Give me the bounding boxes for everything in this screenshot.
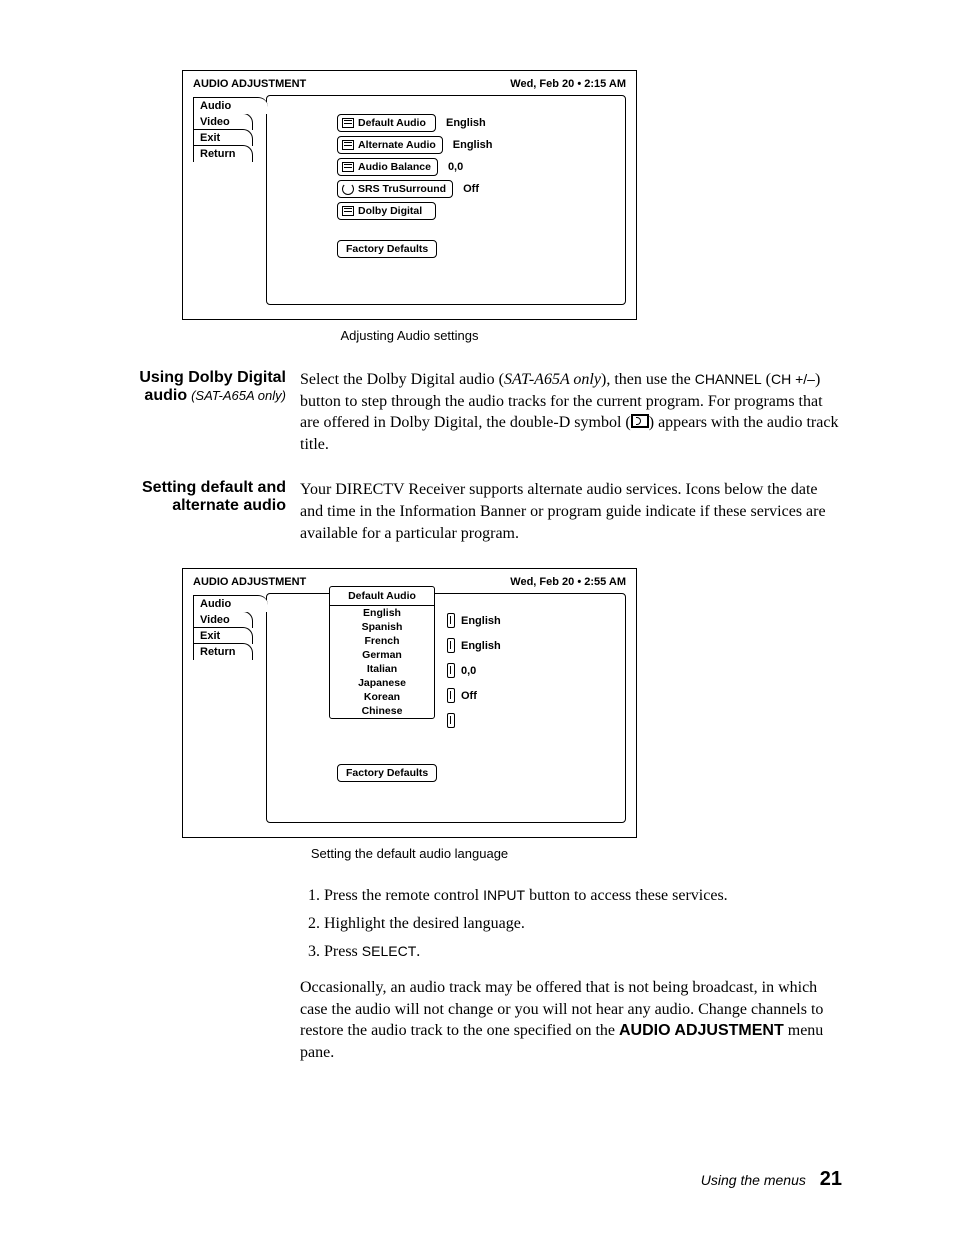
tab-audio[interactable]: Audio — [193, 595, 268, 612]
closing-paragraph: Occasionally, an audio track may be offe… — [300, 977, 842, 1063]
slider-handle-icon — [447, 688, 455, 703]
alternate-audio-button[interactable]: Alternate Audio — [337, 136, 443, 154]
tab-audio[interactable]: Audio — [193, 97, 268, 114]
tab-video[interactable]: Video — [193, 113, 253, 130]
value-label: English — [461, 615, 501, 627]
lang-option[interactable]: German — [330, 648, 434, 662]
panel-title: AUDIO ADJUSTMENT — [193, 78, 306, 90]
slider-handle-icon — [447, 613, 455, 628]
lang-option[interactable]: Italian — [330, 662, 434, 676]
lang-option[interactable]: Chinese — [330, 704, 434, 718]
alternate-audio-value: English — [453, 139, 493, 151]
slider-handle-icon — [447, 663, 455, 678]
panel-timestamp: Wed, Feb 20 • 2:55 AM — [510, 576, 626, 588]
instruction-list: Press the remote control INPUT button to… — [300, 887, 842, 961]
audio-balance-button[interactable]: Audio Balance — [337, 158, 438, 176]
default-audio-value: English — [446, 117, 486, 129]
lang-option[interactable]: Korean — [330, 690, 434, 704]
figure-1-caption: Adjusting Audio settings — [182, 328, 637, 343]
tab-exit[interactable]: Exit — [193, 129, 253, 146]
default-audio-button[interactable]: Default Audio — [337, 114, 436, 132]
slider-handle-icon — [447, 638, 455, 653]
value-label: 0,0 — [461, 665, 476, 677]
tab-return[interactable]: Return — [193, 145, 253, 162]
section-heading-dolby: Using Dolby Digital audio (SAT-A65A only… — [112, 369, 300, 455]
factory-defaults-button[interactable]: Factory Defaults — [337, 764, 437, 782]
lang-option[interactable]: Spanish — [330, 620, 434, 634]
srs-value: Off — [463, 183, 479, 195]
step-1: Press the remote control INPUT button to… — [324, 887, 842, 905]
section-body-dolby: Select the Dolby Digital audio (SAT-A65A… — [300, 369, 842, 455]
popup-title: Default Audio — [330, 587, 434, 606]
lang-option[interactable]: Japanese — [330, 676, 434, 690]
default-audio-popup: Default Audio English Spanish French Ger… — [329, 586, 435, 719]
audio-balance-value: 0,0 — [448, 161, 463, 173]
figure-2-caption: Setting the default audio language — [182, 846, 637, 861]
lang-option[interactable]: English — [330, 606, 434, 620]
dolby-d-icon — [631, 414, 649, 428]
list-icon — [342, 140, 354, 150]
section-body-default-alt: Your DIRECTV Receiver supports alternate… — [300, 479, 842, 544]
page-footer: Using the menus 21 — [701, 1168, 842, 1191]
value-label: English — [461, 640, 501, 652]
lang-option[interactable]: French — [330, 634, 434, 648]
list-icon — [342, 118, 354, 128]
tab-return[interactable]: Return — [193, 643, 253, 660]
srs-trusurround-button[interactable]: SRS TruSurround — [337, 180, 453, 198]
cycle-icon — [342, 183, 354, 195]
step-2: Highlight the desired language. — [324, 915, 842, 933]
panel-timestamp: Wed, Feb 20 • 2:15 AM — [510, 78, 626, 90]
list-icon — [342, 206, 354, 216]
slider-handle-icon — [447, 713, 455, 728]
step-3: Press SELECT. — [324, 943, 842, 961]
panel-title: AUDIO ADJUSTMENT — [193, 576, 306, 588]
factory-defaults-button[interactable]: Factory Defaults — [337, 240, 437, 258]
list-icon — [342, 162, 354, 172]
value-label: Off — [461, 690, 477, 702]
dolby-digital-button[interactable]: Dolby Digital — [337, 202, 436, 220]
audio-adjustment-screenshot-1: AUDIO ADJUSTMENT Wed, Feb 20 • 2:15 AM A… — [182, 70, 637, 320]
tab-video[interactable]: Video — [193, 611, 253, 628]
section-heading-default-alt: Setting default and alternate audio — [112, 479, 300, 544]
tab-exit[interactable]: Exit — [193, 627, 253, 644]
audio-adjustment-screenshot-2: AUDIO ADJUSTMENT Wed, Feb 20 • 2:55 AM A… — [182, 568, 637, 838]
